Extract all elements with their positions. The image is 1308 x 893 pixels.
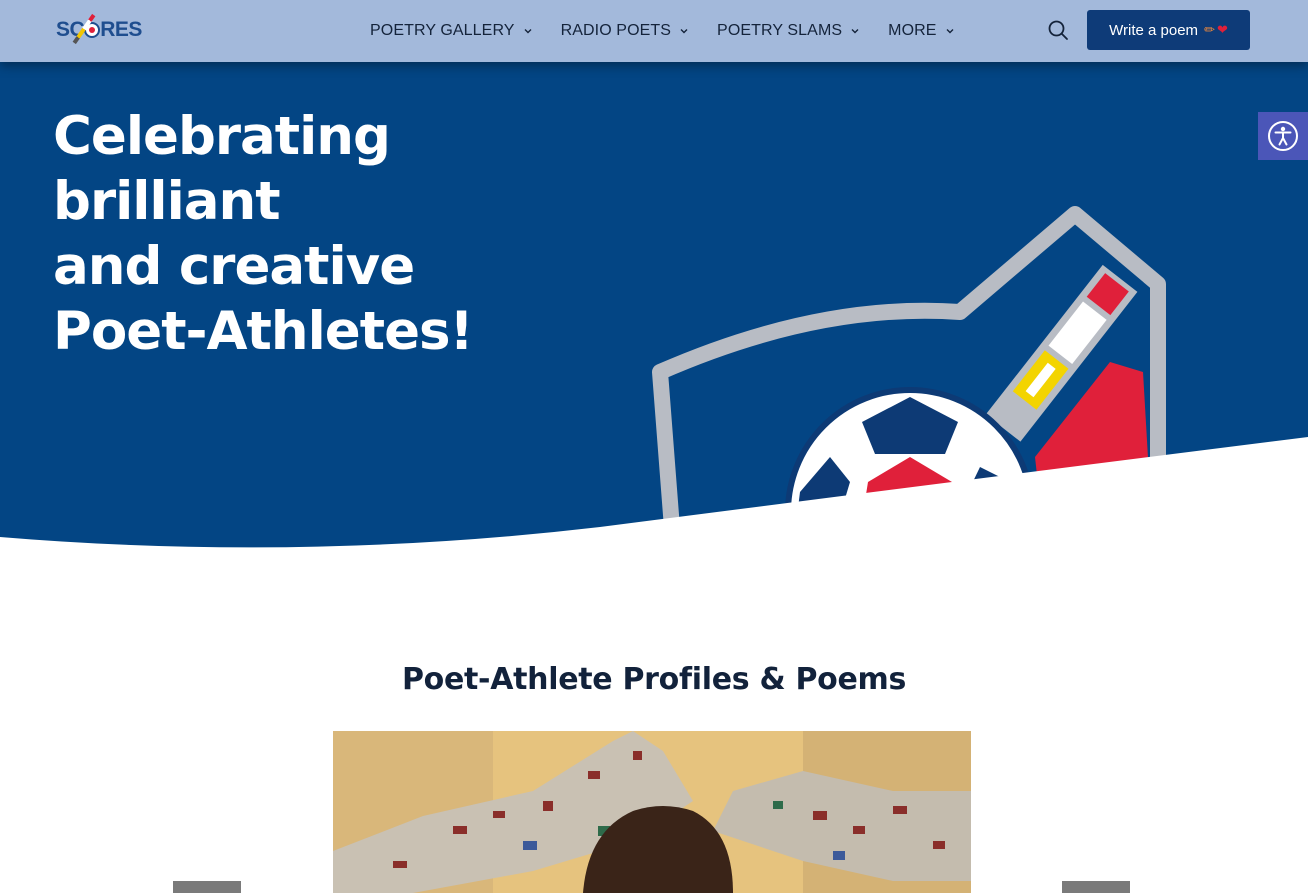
accessibility-icon [1268,121,1298,151]
accessibility-button[interactable] [1258,112,1308,160]
nav-label: More [888,22,937,39]
pencil-emoji-icon: ✏ [1204,22,1215,37]
section-title: Poet-Athlete Profiles & Poems [401,662,907,697]
chevron-down-icon [946,28,954,35]
hero-title-line: and creative [53,236,415,297]
nav-poetry-slams[interactable]: Poetry Slams [717,22,859,40]
hero-title-line: brilliant [53,171,281,232]
carousel-prev-button[interactable] [173,881,241,893]
profile-photo[interactable] [333,731,971,893]
main-nav: Poetry Gallery Radio Poets Poetry Slams … [370,0,983,62]
write-a-poem-button[interactable]: Write a poem ✏ ❤ [1087,10,1250,50]
scores-logo[interactable]: SC RES [56,12,146,48]
logo-text: SC RES [56,18,142,41]
nav-poetry-gallery[interactable]: Poetry Gallery [370,22,532,40]
hero-title-line: Poet-Athletes! [53,301,474,362]
cta-emoji: ✏ ❤ [1204,22,1228,38]
carousel-next-button[interactable] [1062,881,1130,893]
search-button[interactable] [1047,19,1071,43]
nav-label: Poetry Gallery [370,22,515,39]
hero-banner: Celebrating brilliant and creative Poet-… [0,62,1308,562]
mosaic-wall-photo [333,731,971,893]
nav-more[interactable]: More [888,22,954,40]
chevron-down-icon [680,28,688,35]
cta-label: Write a poem [1109,21,1199,39]
chevron-down-icon [524,28,532,35]
hero-title: Celebrating brilliant and creative Poet-… [53,104,573,364]
nav-label: Poetry Slams [717,22,843,39]
search-icon [1048,20,1068,40]
site-header: SC RES Poetry Gallery Radio Poets Poetry … [0,0,1308,62]
chevron-down-icon [851,28,859,35]
nav-label: Radio Poets [560,22,672,39]
heart-emoji-icon: ❤ [1216,22,1228,37]
nav-radio-poets[interactable]: Radio Poets [560,22,688,40]
hero-title-line: Celebrating [53,106,391,167]
